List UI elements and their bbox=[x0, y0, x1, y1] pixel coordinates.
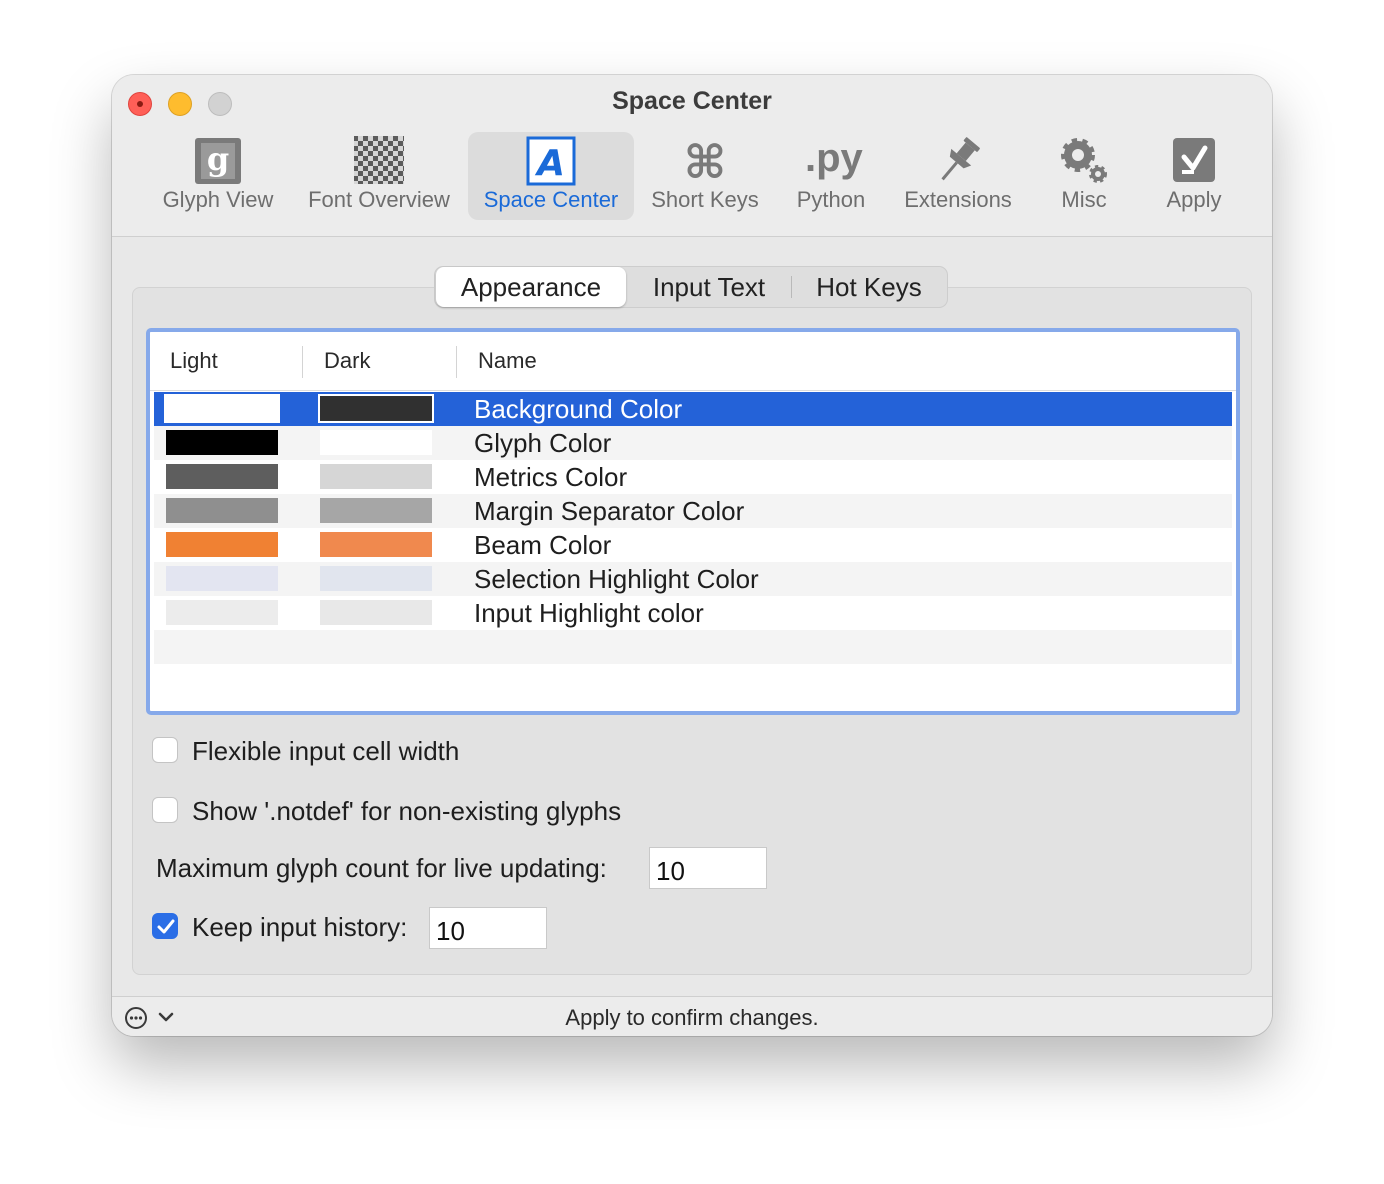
column-header-name[interactable]: Name bbox=[478, 348, 537, 374]
toolbar-label: Short Keys bbox=[651, 187, 759, 212]
tab-switcher: Appearance Input Text Hot Keys bbox=[434, 266, 948, 308]
colors-table[interactable]: Light Dark Name Background Color Glyph C… bbox=[146, 328, 1240, 715]
svg-text:A: A bbox=[534, 143, 565, 184]
titlebar: Space Center g Glyph View Font Overview … bbox=[112, 75, 1272, 237]
toolbar-font-overview[interactable]: Font Overview bbox=[298, 132, 460, 220]
table-row[interactable]: Selection Highlight Color bbox=[154, 562, 1232, 596]
table-row[interactable]: Background Color bbox=[154, 392, 1232, 426]
tab-input-text[interactable]: Input Text bbox=[627, 267, 791, 307]
keep-history-field[interactable]: 10 bbox=[429, 907, 547, 949]
column-header-dark[interactable]: Dark bbox=[324, 348, 370, 374]
toolbar-glyph-view[interactable]: g Glyph View bbox=[150, 132, 286, 220]
command-key-icon: ⌘ bbox=[684, 136, 727, 186]
column-divider bbox=[302, 346, 303, 378]
max-glyph-count-label: Maximum glyph count for live updating: bbox=[156, 853, 607, 883]
dark-color-swatch[interactable] bbox=[320, 464, 432, 489]
flexible-width-label: Flexible input cell width bbox=[192, 736, 460, 766]
light-color-swatch[interactable] bbox=[166, 464, 278, 489]
table-row[interactable]: Glyph Color bbox=[154, 426, 1232, 460]
tab-appearance[interactable]: Appearance bbox=[436, 267, 626, 307]
max-glyph-count-field[interactable]: 10 bbox=[649, 847, 767, 889]
apply-icon bbox=[1173, 138, 1215, 182]
checkmark-icon bbox=[157, 919, 175, 934]
light-color-swatch[interactable] bbox=[166, 566, 278, 591]
space-center-icon: A bbox=[526, 136, 576, 186]
color-name: Input Highlight color bbox=[474, 598, 704, 628]
svg-text:g: g bbox=[207, 140, 229, 178]
pushpin-icon bbox=[941, 137, 980, 181]
font-overview-icon bbox=[354, 136, 404, 184]
toolbar-extensions[interactable]: Extensions bbox=[892, 132, 1024, 220]
toolbar-misc[interactable]: Misc bbox=[1034, 132, 1134, 220]
glyph-view-icon: g bbox=[195, 138, 241, 184]
color-name: Metrics Color bbox=[474, 462, 628, 492]
table-row[interactable]: Input Highlight color bbox=[154, 596, 1232, 630]
empty-table-row bbox=[154, 664, 1232, 698]
toolbar-label: Misc bbox=[1061, 187, 1107, 212]
toolbar-label: Space Center bbox=[483, 187, 619, 212]
preferences-window: Space Center g Glyph View Font Overview … bbox=[112, 75, 1272, 1036]
keep-history-checkbox[interactable] bbox=[152, 913, 178, 939]
keep-history-label: Keep input history: bbox=[192, 912, 408, 942]
toolbar-label: Apply bbox=[1166, 187, 1222, 212]
toolbar-label: Python bbox=[796, 187, 866, 212]
color-name: Selection Highlight Color bbox=[474, 564, 759, 594]
light-color-swatch[interactable] bbox=[166, 430, 278, 455]
tab-hot-keys[interactable]: Hot Keys bbox=[792, 267, 946, 307]
color-name: Glyph Color bbox=[474, 428, 612, 458]
toolbar-label: Extensions bbox=[904, 187, 1012, 212]
svg-text:⌘: ⌘ bbox=[684, 136, 727, 186]
table-row[interactable]: Beam Color bbox=[154, 528, 1232, 562]
status-bar: Apply to confirm changes. bbox=[112, 996, 1272, 1036]
light-color-swatch[interactable] bbox=[166, 600, 278, 625]
show-notdef-checkbox[interactable] bbox=[152, 797, 178, 823]
status-message: Apply to confirm changes. bbox=[565, 1005, 819, 1030]
dark-color-swatch[interactable] bbox=[320, 600, 432, 625]
table-row[interactable]: Margin Separator Color bbox=[154, 494, 1232, 528]
table-row[interactable]: Metrics Color bbox=[154, 460, 1232, 494]
toolbar-apply[interactable]: Apply bbox=[1148, 132, 1240, 220]
color-name: Margin Separator Color bbox=[474, 496, 745, 526]
toolbar-space-center[interactable]: A Space Center bbox=[468, 132, 634, 220]
table-header: Light Dark Name bbox=[150, 332, 1236, 391]
column-header-light[interactable]: Light bbox=[170, 348, 218, 374]
light-color-swatch[interactable] bbox=[166, 498, 278, 523]
dark-color-swatch[interactable] bbox=[318, 394, 434, 423]
empty-table-row bbox=[154, 630, 1232, 664]
toolbar-python[interactable]: .py Python bbox=[780, 132, 882, 220]
dark-color-swatch[interactable] bbox=[320, 498, 432, 523]
flexible-width-checkbox[interactable] bbox=[152, 737, 178, 763]
light-color-swatch[interactable] bbox=[164, 394, 280, 423]
toolbar-label: Glyph View bbox=[162, 187, 274, 212]
color-name: Beam Color bbox=[474, 530, 612, 560]
light-color-swatch[interactable] bbox=[166, 532, 278, 557]
window-title: Space Center bbox=[612, 87, 772, 115]
toolbar-label: Font Overview bbox=[308, 187, 450, 212]
python-icon: .py bbox=[805, 136, 863, 180]
toolbar-short-keys[interactable]: ⌘ Short Keys bbox=[642, 132, 768, 220]
gears-icon bbox=[1061, 138, 1107, 183]
column-divider bbox=[456, 346, 457, 378]
color-name: Background Color bbox=[474, 394, 683, 424]
dark-color-swatch[interactable] bbox=[320, 566, 432, 591]
dark-color-swatch[interactable] bbox=[320, 430, 432, 455]
show-notdef-label: Show '.notdef' for non-existing glyphs bbox=[192, 796, 622, 826]
dark-color-swatch[interactable] bbox=[320, 532, 432, 557]
